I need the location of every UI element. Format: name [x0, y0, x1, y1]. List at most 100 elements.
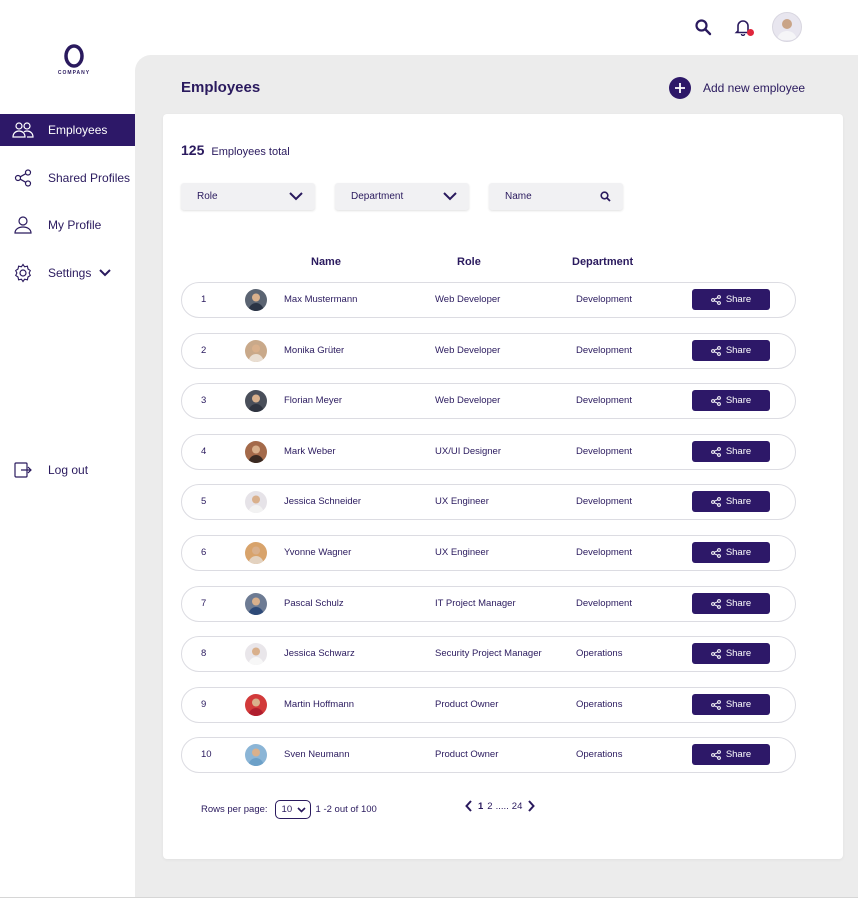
employee-role: Web Developer: [435, 294, 501, 305]
table-row[interactable]: 8 Jessica Schwarz Security Project Manager…: [181, 636, 796, 672]
employee-name[interactable]: Max Mustermann: [284, 294, 357, 305]
share-label: Share: [725, 446, 752, 457]
row-number: 4: [201, 446, 207, 457]
rows-per-page: Rows per page: 10 1 -2 out of 100: [201, 800, 377, 819]
employee-department: Development: [576, 345, 632, 356]
share-icon: [710, 496, 721, 507]
user-avatar[interactable]: [772, 12, 802, 42]
row-number: 5: [201, 496, 207, 507]
avatar: [245, 340, 267, 362]
chevron-down-icon: [289, 192, 303, 201]
page-2[interactable]: 2: [487, 801, 492, 812]
share-button[interactable]: Share: [692, 441, 770, 462]
share-label: Share: [725, 294, 752, 305]
add-employee-button[interactable]: Add new employee: [669, 77, 805, 99]
bottom-divider: [0, 897, 858, 898]
share-icon: [710, 446, 721, 457]
employee-department: Operations: [576, 749, 623, 760]
table-row[interactable]: 10 Sven Neumann Product Owner Operations Sha…: [181, 737, 796, 773]
table-row[interactable]: 4 Mark Weber UX/UI Designer Development Shar…: [181, 434, 796, 470]
company-logo[interactable]: COMPANY: [54, 44, 94, 82]
chevron-down-icon: [443, 192, 457, 201]
share-icon: [710, 395, 721, 406]
sidebar-item-label: Employees: [48, 123, 108, 137]
table-row[interactable]: 1 Max Mustermann Web Developer Development S…: [181, 282, 796, 318]
column-header-name[interactable]: Name: [311, 256, 341, 268]
avatar: [245, 390, 267, 412]
share-icon: [710, 345, 721, 356]
sidebar-item-my-profile[interactable]: My Profile: [0, 209, 144, 241]
share-label: Share: [725, 395, 752, 406]
employee-role: Security Project Manager: [435, 648, 542, 659]
column-header-role[interactable]: Role: [457, 256, 481, 268]
page-last[interactable]: 24: [512, 801, 523, 812]
share-button[interactable]: Share: [692, 340, 770, 361]
employee-role: Product Owner: [435, 749, 499, 760]
share-button[interactable]: Share: [692, 643, 770, 664]
employee-role: Web Developer: [435, 345, 501, 356]
share-label: Share: [725, 496, 752, 507]
notification-bell-icon[interactable]: [732, 16, 754, 38]
sidebar-item-settings[interactable]: Settings: [0, 257, 144, 289]
page-1[interactable]: 1: [478, 801, 483, 812]
row-number: 10: [201, 749, 212, 760]
employee-role: UX/UI Designer: [435, 446, 501, 457]
employee-role: UX Engineer: [435, 547, 489, 558]
avatar: [245, 491, 267, 513]
employee-name[interactable]: Jessica Schwarz: [284, 648, 355, 659]
avatar: [245, 744, 267, 766]
row-number: 2: [201, 345, 207, 356]
plus-icon: [669, 77, 691, 99]
share-button[interactable]: Share: [692, 289, 770, 310]
share-button[interactable]: Share: [692, 593, 770, 614]
employee-name[interactable]: Martin Hoffmann: [284, 699, 354, 710]
search-icon[interactable]: [692, 16, 714, 38]
table-row[interactable]: 5 Jessica Schneider UX Engineer Development…: [181, 484, 796, 520]
employee-name[interactable]: Mark Weber: [284, 446, 336, 457]
sidebar-item-employees[interactable]: Employees: [0, 114, 144, 146]
share-button[interactable]: Share: [692, 542, 770, 563]
share-icon: [710, 294, 721, 305]
logout-label: Log out: [48, 463, 89, 477]
previous-page-icon[interactable]: [465, 800, 473, 812]
share-button[interactable]: Share: [692, 491, 770, 512]
logout-icon: [12, 459, 34, 481]
page-title: Employees: [181, 79, 261, 96]
employee-name[interactable]: Jessica Schneider: [284, 496, 361, 507]
role-filter[interactable]: Role: [181, 183, 315, 210]
next-page-icon[interactable]: [527, 800, 536, 812]
share-label: Share: [725, 749, 752, 760]
employee-name[interactable]: Pascal Schulz: [284, 598, 344, 609]
logout-button[interactable]: Log out: [0, 454, 144, 486]
employee-name[interactable]: Florian Meyer: [284, 395, 342, 406]
employee-count-label: Employees total: [211, 146, 290, 158]
rows-per-page-select[interactable]: 10: [274, 800, 311, 819]
logo-text: COMPANY: [57, 70, 91, 76]
employee-name[interactable]: Yvonne Wagner: [284, 547, 351, 558]
table-row[interactable]: 6 Yvonne Wagner UX Engineer Development Shar…: [181, 535, 796, 571]
role-filter-label: Role: [197, 191, 218, 202]
table-row[interactable]: 9 Martin Hoffmann Product Owner Operations S…: [181, 687, 796, 723]
rows-per-page-label: Rows per page:: [201, 804, 268, 815]
add-employee-label: Add new employee: [703, 81, 806, 95]
column-header-department[interactable]: Department: [572, 256, 633, 268]
table-row[interactable]: 7 Pascal Schulz IT Project Manager Developm…: [181, 586, 796, 622]
employee-name[interactable]: Sven Neumann: [284, 749, 349, 760]
employee-role: Web Developer: [435, 395, 501, 406]
table-row[interactable]: 2 Monika Grüter Web Developer Development Sh…: [181, 333, 796, 369]
name-search-input[interactable]: Name: [489, 183, 623, 210]
pagination-ellipsis: .....: [495, 800, 509, 812]
share-button[interactable]: Share: [692, 694, 770, 715]
share-icon: [710, 547, 721, 558]
table-row[interactable]: 3 Florian Meyer Web Developer Development Sh…: [181, 383, 796, 419]
department-filter[interactable]: Department: [335, 183, 469, 210]
employee-department: Development: [576, 496, 632, 507]
share-button[interactable]: Share: [692, 390, 770, 411]
employee-department: Operations: [576, 648, 623, 659]
employee-department: Development: [576, 598, 632, 609]
share-icon: [12, 167, 34, 189]
employee-name[interactable]: Monika Grüter: [284, 345, 344, 356]
share-label: Share: [725, 345, 752, 356]
sidebar-item-shared-profiles[interactable]: Shared Profiles: [0, 162, 144, 194]
share-button[interactable]: Share: [692, 744, 770, 765]
